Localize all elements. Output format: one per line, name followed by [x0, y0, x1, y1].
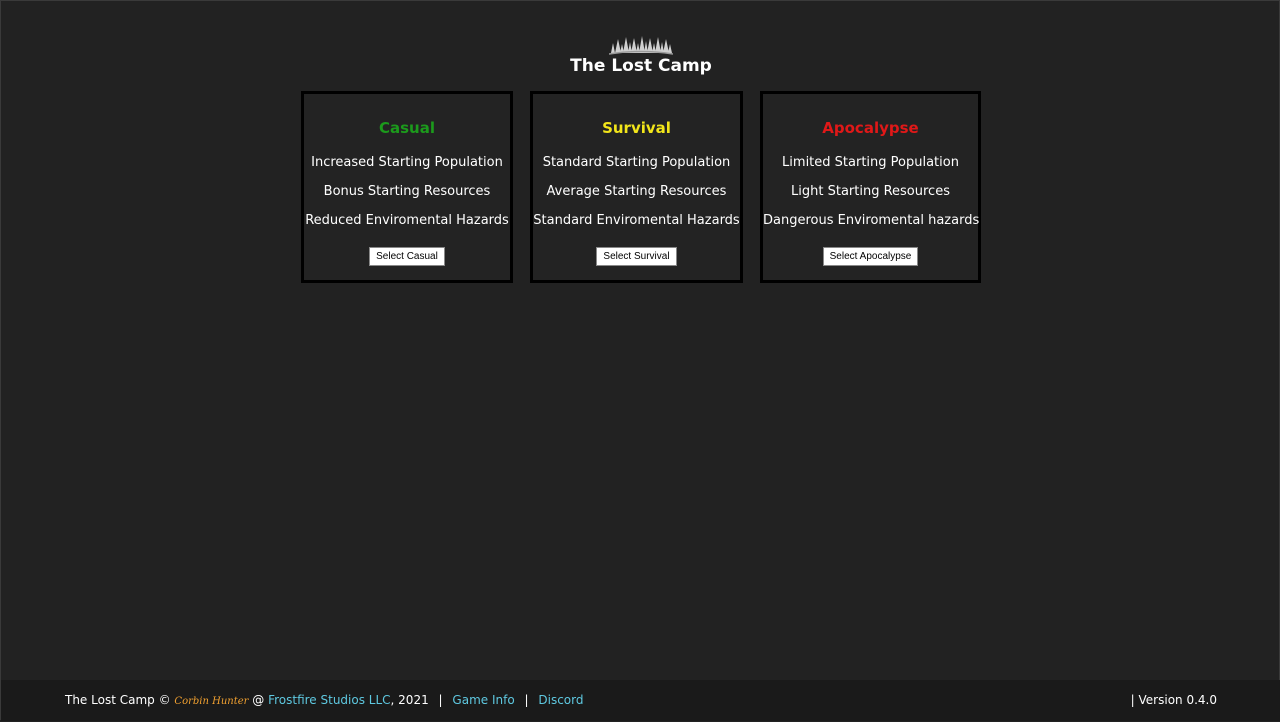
mode-feature: Dangerous Enviromental hazards — [763, 213, 980, 228]
footer-game-name: The Lost Camp — [65, 693, 155, 707]
mode-feature: Reduced Enviromental Hazards — [305, 213, 509, 228]
mode-feature: Increased Starting Population — [311, 155, 503, 170]
mode-feature: Average Starting Resources — [546, 184, 727, 199]
header: The Lost Camp — [1, 35, 1280, 76]
author-name: Corbin Hunter — [174, 696, 249, 707]
copyright-symbol: © — [158, 693, 171, 707]
mode-feature: Standard Enviromental Hazards — [533, 213, 740, 228]
footer: The Lost Camp © Corbin Hunter @ Frostfir… — [1, 680, 1280, 721]
footer-separator: | — [524, 693, 529, 707]
mode-feature: Limited Starting Population — [782, 155, 959, 170]
mode-title-apocalypse: Apocalypse — [822, 119, 919, 137]
mode-title-survival: Survival — [602, 119, 671, 137]
mode-feature: Light Starting Resources — [791, 184, 950, 199]
select-apocalypse-button[interactable]: Select Apocalypse — [822, 247, 919, 266]
game-title: The Lost Camp — [570, 56, 712, 76]
discord-link[interactable]: Discord — [538, 693, 583, 707]
mode-title-casual: Casual — [378, 119, 435, 137]
mode-card-survival: Survival Standard Starting Population Av… — [530, 91, 743, 283]
mode-card-casual: Casual Increased Starting Population Bon… — [301, 91, 513, 283]
difficulty-selector: Casual Increased Starting Population Bon… — [301, 91, 981, 283]
mode-feature: Bonus Starting Resources — [323, 184, 491, 199]
footer-credits: The Lost Camp © Corbin Hunter @ Frostfir… — [65, 680, 583, 722]
mode-feature: Standard Starting Population — [542, 155, 731, 170]
game-window: The Lost Camp Casual Increased Starting … — [0, 0, 1280, 721]
at-symbol: @ — [252, 693, 265, 707]
select-survival-button[interactable]: Select Survival — [596, 247, 677, 266]
version-label: | Version 0.4.0 — [1130, 693, 1217, 707]
copyright-year: , 2021 — [390, 693, 429, 707]
footer-separator: | — [438, 693, 443, 707]
mode-card-apocalypse: Apocalypse Limited Starting Population L… — [760, 91, 981, 283]
game-info-link[interactable]: Game Info — [452, 693, 514, 707]
studio-link[interactable]: Frostfire Studios LLC — [268, 693, 390, 707]
select-casual-button[interactable]: Select Casual — [369, 247, 445, 266]
pine-forest-icon — [609, 36, 673, 55]
